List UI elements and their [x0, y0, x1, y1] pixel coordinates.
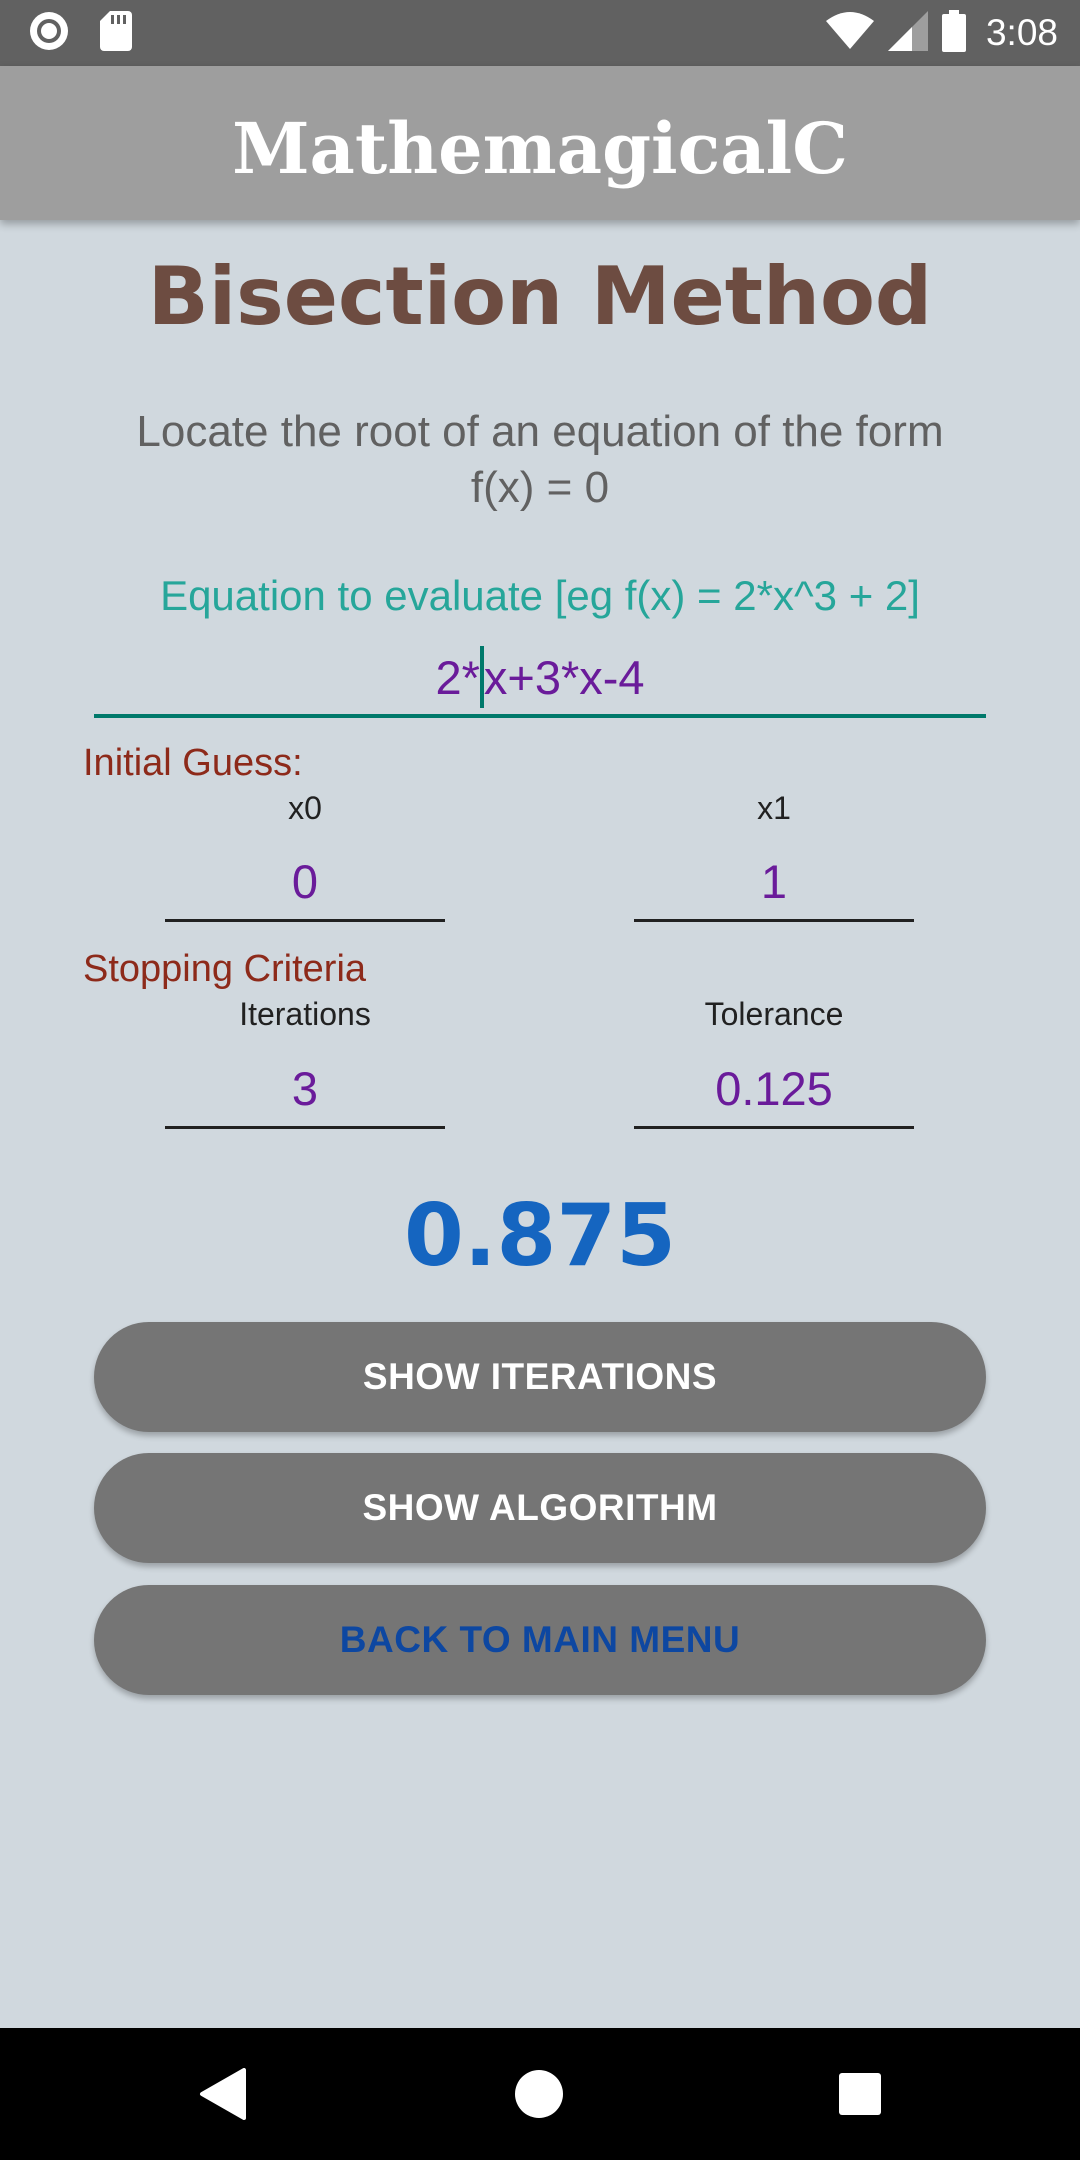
battery-icon — [941, 10, 966, 56]
equation-input[interactable]: 2* x+3*x-4 — [94, 640, 986, 718]
equation-label: Equation to evaluate [eg f(x) = 2*x^3 + … — [160, 572, 920, 619]
app-bar: MathemagicalC — [0, 66, 1080, 220]
tolerance-input[interactable]: 0.125 — [634, 1052, 914, 1129]
show-algorithm-button[interactable]: SHOW ALGORITHM — [94, 1453, 986, 1563]
show-iterations-button[interactable]: SHOW ITERATIONS — [94, 1322, 986, 1432]
result-value: 0.875 — [403, 1186, 677, 1286]
record-icon — [28, 10, 70, 56]
x1-label: x1 — [757, 790, 791, 826]
sd-card-icon — [100, 11, 132, 55]
iterations-input[interactable]: 3 — [165, 1052, 445, 1129]
recents-icon[interactable] — [824, 2058, 896, 2130]
tolerance-label: Tolerance — [704, 996, 844, 1032]
equation-text-after-cursor: x+3*x-4 — [483, 650, 645, 704]
app-title: MathemagicalC — [232, 106, 848, 190]
page-title: Bisection Method — [147, 250, 933, 343]
equation-text-before-cursor: 2* — [435, 650, 480, 704]
stopping-criteria-label: Stopping Criteria — [83, 948, 367, 990]
page-subtitle: Locate the root of an equation of the fo… — [136, 407, 944, 512]
signal-icon — [887, 11, 928, 55]
home-icon[interactable] — [503, 2058, 575, 2130]
back-to-main-menu-button[interactable]: BACK TO MAIN MENU — [94, 1585, 986, 1695]
x0-label: x0 — [288, 790, 322, 826]
wifi-icon — [825, 11, 874, 55]
back-icon[interactable] — [186, 2058, 258, 2130]
iterations-label: Iterations — [239, 996, 371, 1032]
x0-input[interactable]: 0 — [165, 845, 445, 922]
x1-input[interactable]: 1 — [634, 845, 914, 922]
initial-guess-label: Initial Guess: — [83, 742, 303, 784]
status-bar: 3:08 — [0, 0, 1080, 66]
navigation-bar — [0, 2028, 1080, 2160]
status-time: 3:08 — [985, 12, 1058, 53]
